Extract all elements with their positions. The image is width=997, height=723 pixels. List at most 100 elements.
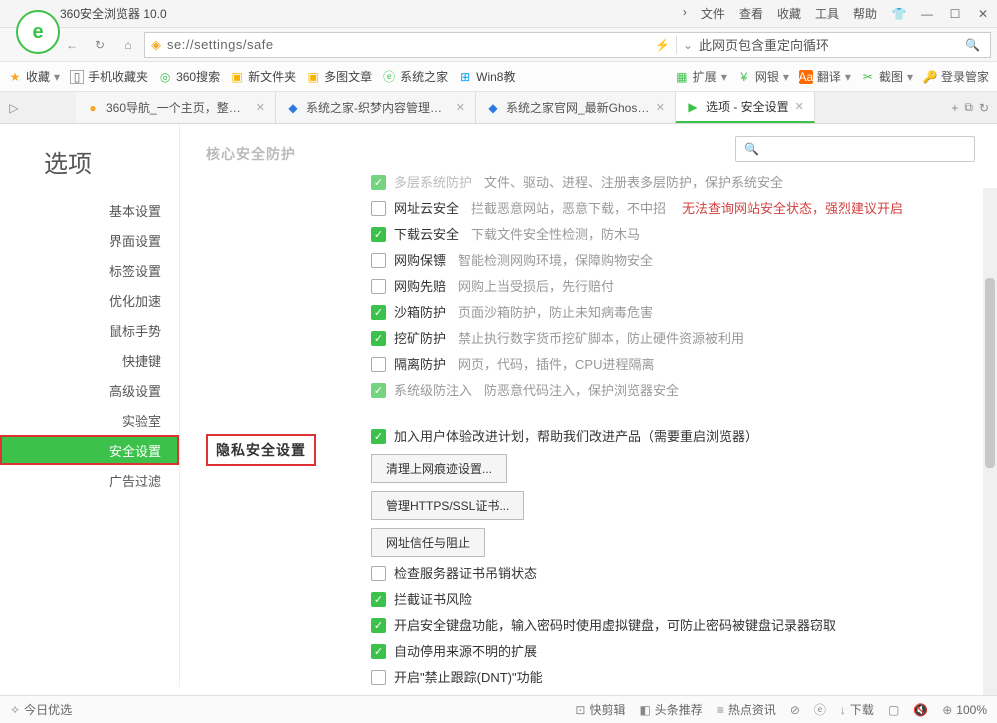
zoom[interactable]: ⊕100% xyxy=(942,703,987,717)
checkbox[interactable] xyxy=(371,175,386,190)
tab[interactable]: ◆系统之家官网_最新Ghost X✕ xyxy=(476,92,676,123)
option-row: 网址云安全拦截恶意网站，恶意下载，不中招无法查询网站安全状态，强烈建议开启 xyxy=(371,200,977,218)
settings-search[interactable]: 🔍 xyxy=(735,136,975,162)
checkbox[interactable] xyxy=(371,305,386,320)
checkbox[interactable] xyxy=(371,670,386,685)
translate-button[interactable]: Aa翻译▾ xyxy=(799,68,851,85)
today-picks[interactable]: ✧今日优选 xyxy=(10,701,72,718)
tab-close-icon[interactable]: ✕ xyxy=(656,101,665,114)
menu-arrow-icon[interactable]: › xyxy=(683,5,687,22)
sidebar-item-mouse[interactable]: 鼠标手势 xyxy=(0,315,179,345)
bookmarks-bar: ★收藏▾ ▯手机收藏夹 ◎360搜索 ▣新文件夹 ▣多图文章 ⓔ系统之家 ⊞Wi… xyxy=(0,62,997,92)
folder-icon: ▣ xyxy=(230,70,244,84)
menu-file[interactable]: 文件 xyxy=(701,5,725,22)
sidebar-item-advanced[interactable]: 高级设置 xyxy=(0,375,179,405)
compat-icon[interactable]: ⓔ xyxy=(814,701,826,718)
window-title: 360安全浏览器 10.0 xyxy=(60,5,167,22)
sidebar: 选项 基本设置 界面设置 标签设置 优化加速 鼠标手势 快捷键 高级设置 实验室… xyxy=(0,124,180,687)
bank-button[interactable]: ¥网银▾ xyxy=(737,68,789,85)
bookmark-item[interactable]: ◎360搜索 xyxy=(158,68,220,85)
main-area: 选项 基本设置 界面设置 标签设置 优化加速 鼠标手势 快捷键 高级设置 实验室… xyxy=(0,124,997,687)
bookmark-item[interactable]: ▯手机收藏夹 xyxy=(70,68,148,85)
checkbox[interactable] xyxy=(371,618,386,633)
clear-traces-button[interactable]: 清理上网痕迹设置... xyxy=(371,454,507,483)
search-icon: 🔍 xyxy=(744,142,759,156)
option-row: 下载云安全下载文件安全性检测，防木马 xyxy=(371,226,977,244)
new-tab-button[interactable]: + xyxy=(951,101,958,115)
bookmark-item[interactable]: ▣多图文章 xyxy=(306,68,372,85)
reload-button[interactable]: ↻ xyxy=(88,33,112,57)
pip-icon[interactable]: ▢ xyxy=(888,703,899,717)
favicon: ● xyxy=(86,101,100,115)
address-bar[interactable]: ◈ se://settings/safe ⚡ ⌄ 此网页包含重定向循环 🔍 xyxy=(144,32,991,58)
tab[interactable]: ●360导航_一个主页，整个世✕ xyxy=(76,92,276,123)
home-button[interactable]: ⌂ xyxy=(116,33,140,57)
login-mgr-button[interactable]: 🔑登录管家 xyxy=(923,68,989,85)
sidebar-item-basic[interactable]: 基本设置 xyxy=(0,195,179,225)
hot-news[interactable]: ≡热点资讯 xyxy=(717,701,776,718)
search-icon[interactable]: 🔍 xyxy=(965,38,980,52)
scrollbar[interactable] xyxy=(983,188,997,695)
checkbox[interactable] xyxy=(371,566,386,581)
sidebar-item-adblock[interactable]: 广告过滤 xyxy=(0,465,179,495)
bolt-icon[interactable]: ⚡ xyxy=(655,38,670,52)
skin-button[interactable]: 👕 xyxy=(885,3,913,25)
scrollbar-thumb[interactable] xyxy=(985,278,995,468)
tab[interactable]: ◆系统之家-织梦内容管理系统✕ xyxy=(276,92,476,123)
minimize-button[interactable]: — xyxy=(913,3,941,25)
dropdown-icon[interactable]: ⌄ xyxy=(683,38,693,52)
panel-toggle-icon[interactable]: ▷ xyxy=(0,92,28,123)
manage-ssl-button[interactable]: 管理HTTPS/SSL证书... xyxy=(371,491,524,520)
checkbox[interactable] xyxy=(371,592,386,607)
checkbox[interactable] xyxy=(371,357,386,372)
checkbox[interactable] xyxy=(371,227,386,242)
downloads[interactable]: ↓下载 xyxy=(840,701,874,718)
screenshot-button[interactable]: ✂截图▾ xyxy=(861,68,913,85)
block-icon[interactable]: ⊘ xyxy=(790,703,800,717)
menu-view[interactable]: 查看 xyxy=(739,5,763,22)
maximize-button[interactable]: ☐ xyxy=(941,3,969,25)
checkbox[interactable] xyxy=(371,429,386,444)
sidebar-item-security[interactable]: 安全设置 xyxy=(0,435,179,465)
menu-tools[interactable]: 工具 xyxy=(815,5,839,22)
checkbox[interactable] xyxy=(371,201,386,216)
trust-block-button[interactable]: 网址信任与阻止 xyxy=(371,528,485,557)
headlines[interactable]: ◧头条推荐 xyxy=(639,701,702,718)
bookmark-item[interactable]: ⊞Win8教 xyxy=(458,68,515,85)
sidebar-item-lab[interactable]: 实验室 xyxy=(0,405,179,435)
restore-tab-icon[interactable]: ⧉ xyxy=(964,100,973,115)
add-favorite-button[interactable]: ★收藏▾ xyxy=(8,68,60,85)
bookmark-item[interactable]: ⓔ系统之家 xyxy=(382,68,448,85)
sidebar-item-speed[interactable]: 优化加速 xyxy=(0,285,179,315)
back-button[interactable]: ← xyxy=(60,33,84,57)
option-row: 隔离防护网页，代码，插件，CPU进程隔离 xyxy=(371,356,977,374)
checkbox[interactable] xyxy=(371,253,386,268)
close-button[interactable]: ✕ xyxy=(969,3,997,25)
checkbox[interactable] xyxy=(371,644,386,659)
windows-icon: ⊞ xyxy=(458,70,472,84)
page-title: 选项 xyxy=(0,138,179,195)
menu-help[interactable]: 帮助 xyxy=(853,5,877,22)
mute-icon[interactable]: 🔇 xyxy=(913,703,928,717)
warning-text: 无法查询网站安全状态，强烈建议开启 xyxy=(682,200,903,218)
fire-icon: ≡ xyxy=(717,703,724,717)
sidebar-item-ui[interactable]: 界面设置 xyxy=(0,225,179,255)
sidebar-item-tabs[interactable]: 标签设置 xyxy=(0,255,179,285)
key-icon: 🔑 xyxy=(923,70,937,84)
menu-fav[interactable]: 收藏 xyxy=(777,5,801,22)
ext-button[interactable]: ▦扩展▾ xyxy=(675,68,727,85)
refresh-all-icon[interactable]: ↻ xyxy=(979,101,989,115)
tab-close-icon[interactable]: ✕ xyxy=(456,101,465,114)
option-row: 加入用户体验改进计划，帮助我们改进产品（需要重启浏览器） xyxy=(371,428,977,446)
quick-clip[interactable]: ⊡快剪辑 xyxy=(575,701,625,718)
option-row: 检查服务器证书吊销状态 xyxy=(371,565,977,583)
tab-close-icon[interactable]: ✕ xyxy=(795,100,804,113)
tab-active[interactable]: ▶选项 - 安全设置✕ xyxy=(676,92,815,123)
shield-icon: ◈ xyxy=(151,37,161,53)
checkbox[interactable] xyxy=(371,331,386,346)
checkbox[interactable] xyxy=(371,383,386,398)
tab-close-icon[interactable]: ✕ xyxy=(256,101,265,114)
checkbox[interactable] xyxy=(371,279,386,294)
bookmark-item[interactable]: ▣新文件夹 xyxy=(230,68,296,85)
sidebar-item-shortcut[interactable]: 快捷键 xyxy=(0,345,179,375)
